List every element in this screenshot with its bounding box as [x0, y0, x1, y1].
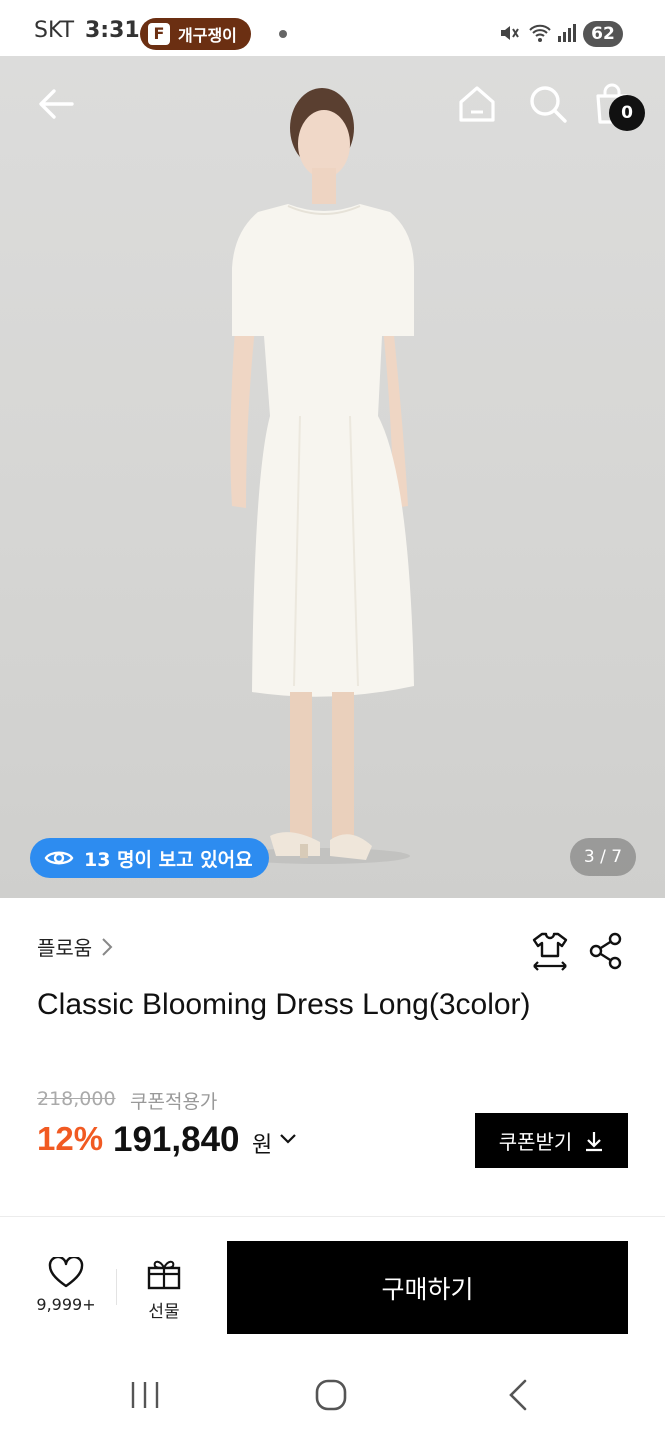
notification-dot [279, 30, 287, 38]
clock: 3:31 [85, 18, 140, 43]
active-app-label: 개구쟁이 [178, 26, 237, 45]
signal-icon [558, 24, 576, 42]
size-guide-icon[interactable] [530, 930, 570, 972]
cart-count-badge: 0 [609, 95, 645, 131]
product-image-gallery[interactable]: 0 13 명이 보고 있어요 3 / 7 [0, 56, 665, 898]
download-icon [586, 1131, 603, 1151]
product-photo [230, 88, 414, 864]
price-unit: 원 [252, 1133, 273, 1158]
share-icon[interactable] [588, 932, 624, 970]
brand-name: 플로움 [37, 936, 93, 960]
product-title: Classic Blooming Dress Long(3color) [37, 988, 531, 1021]
carrier-label: SKT [34, 18, 75, 43]
app-logo-icon: F [148, 23, 170, 45]
live-viewers-pill: 13 명이 보고 있어요 [30, 838, 269, 878]
search-icon[interactable] [526, 82, 570, 126]
home-icon[interactable] [455, 82, 499, 126]
back-arrow-icon[interactable] [34, 82, 78, 126]
system-nav-bar [0, 1346, 665, 1440]
final-price: 191,840 [113, 1120, 240, 1159]
recent-apps-icon[interactable] [128, 1380, 162, 1410]
gallery-page-counter: 3 / 7 [570, 838, 636, 876]
live-viewers-text: 13 명이 보고 있어요 [84, 848, 253, 871]
original-price: 218,000 [37, 1088, 116, 1110]
status-bar: SKT 3:31 F 개구쟁이 62 [0, 0, 665, 56]
home-nav-icon[interactable] [314, 1378, 348, 1412]
wifi-icon [529, 24, 551, 42]
coupon-price-note: 쿠폰적용가 [130, 1091, 218, 1113]
brand-link[interactable]: 플로움 [37, 932, 114, 961]
action-divider [116, 1269, 117, 1305]
heart-icon [48, 1255, 84, 1288]
chevron-down-icon[interactable] [279, 1132, 297, 1146]
gift-label: 선물 [148, 1302, 180, 1322]
mute-icon [501, 26, 519, 40]
active-app-chip: F 개구쟁이 [140, 18, 251, 50]
get-coupon-label: 쿠폰받기 [498, 1130, 573, 1154]
like-count: 9,999+ [36, 1295, 96, 1314]
buy-now-button[interactable]: 구매하기 [227, 1241, 628, 1334]
like-button[interactable]: 9,999+ [30, 1255, 102, 1314]
gift-icon [147, 1260, 181, 1290]
chevron-right-icon [102, 937, 113, 956]
gift-button[interactable]: 선물 [134, 1257, 194, 1322]
back-nav-icon[interactable] [505, 1378, 531, 1412]
discount-rate: 12% [37, 1120, 104, 1157]
purchase-action-bar: 9,999+ 선물 구매하기 [0, 1216, 665, 1346]
eye-icon [44, 851, 74, 865]
battery-indicator: 62 [583, 21, 623, 47]
get-coupon-button[interactable]: 쿠폰받기 [475, 1113, 628, 1168]
